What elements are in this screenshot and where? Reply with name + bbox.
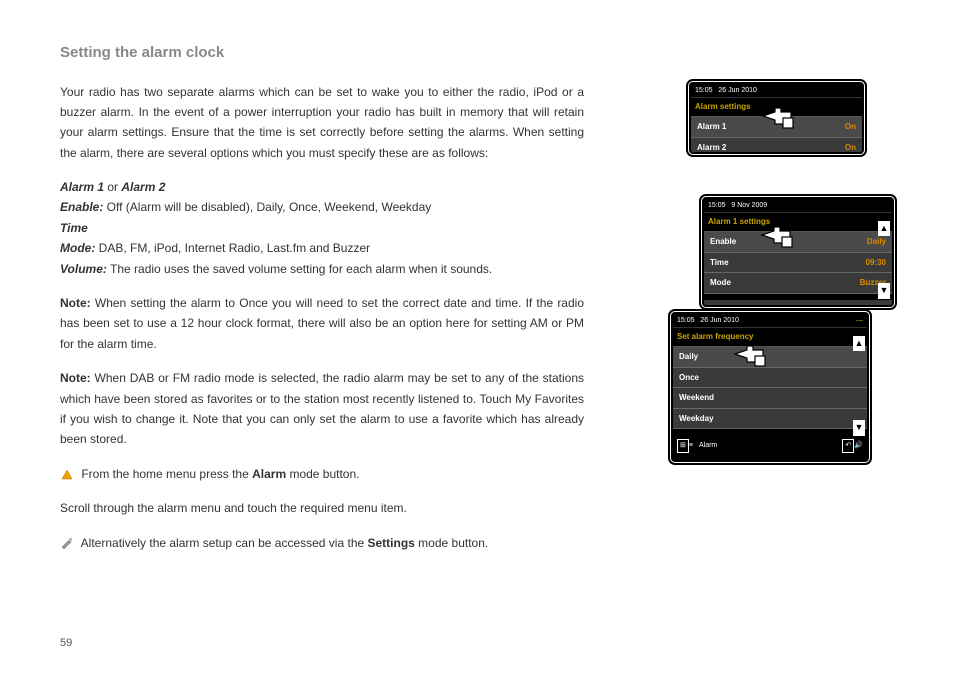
s1-r1-l: Alarm 2 (697, 141, 726, 154)
s3-title: Set alarm frequency (673, 328, 867, 347)
illustration-column: 15:05 26 Jun 2010 Alarm settings Alarm 1… (604, 82, 904, 482)
body-text-column: Your radio has two separate alarms which… (60, 82, 584, 567)
mode-text: DAB, FM, iPod, Internet Radio, Last.fm a… (95, 241, 370, 255)
s3-r0-l: Daily (679, 350, 698, 364)
step1-post: mode button. (286, 467, 359, 481)
s1-time: 15:05 (695, 87, 713, 94)
alarm2-label: Alarm 2 (121, 180, 165, 194)
step2-pre: Alternatively the alarm setup can be acc… (81, 536, 368, 550)
s1-r0-l: Alarm 1 (697, 120, 726, 134)
s3-r2-l: Weekend (679, 391, 714, 405)
note1-paragraph: Note: When setting the alarm to Once you… (60, 293, 584, 354)
alarm1-label: Alarm 1 (60, 180, 104, 194)
step1-pre: From the home menu press the (81, 467, 252, 481)
note2-label: Note: (60, 371, 91, 385)
volume-label: Volume: (60, 262, 107, 276)
s2-date: 9 Nov 2009 (731, 202, 767, 209)
s2-r0-l: Enable (710, 235, 736, 249)
s2-title: Alarm 1 settings (704, 213, 892, 232)
options-block: Alarm 1 or Alarm 2 Enable: Off (Alarm wi… (60, 177, 584, 279)
enable-label: Enable: (60, 200, 103, 214)
s2-r3-l: Volume (710, 303, 738, 307)
settings-icon (60, 536, 74, 550)
back-icon: ↶ (842, 439, 854, 453)
time-label: Time (60, 221, 88, 235)
step1-line: From the home menu press the Alarm mode … (60, 464, 584, 484)
scroll-line: Scroll through the alarm menu and touch … (60, 498, 584, 518)
s3-time: 15:05 (677, 317, 695, 324)
note1-text: When setting the alarm to Once you will … (60, 296, 584, 351)
page-number: 59 (60, 634, 72, 653)
intro-paragraph: Your radio has two separate alarms which… (60, 82, 584, 164)
screen-alarm1-settings: 15:05 9 Nov 2009 Alarm 1 settings Enable… (702, 197, 894, 307)
up-arrow-icon: ▲ (878, 221, 890, 236)
s2-r2-l: Mode (710, 276, 731, 290)
s1-date: 26 Jun 2010 (718, 87, 757, 94)
down-arrow-icon: ▼ (878, 283, 890, 298)
s3-footer: Alarm (693, 440, 842, 452)
s2-time: 15:05 (708, 202, 726, 209)
s1-title: Alarm settings (691, 98, 862, 117)
speaker-icon: 🔊 (854, 440, 863, 452)
s3-r3-l: Weekday (679, 412, 714, 426)
down-arrow-icon: ▼ (853, 420, 865, 435)
step2-line: Alternatively the alarm setup can be acc… (60, 533, 584, 553)
note1-label: Note: (60, 296, 91, 310)
s2-r3-r: 15 (877, 303, 886, 307)
step1-bold: Alarm (252, 467, 286, 481)
s1-r1-r: On (845, 141, 856, 154)
step2-post: mode button. (415, 536, 488, 550)
enable-text: Off (Alarm will be disabled), Daily, Onc… (103, 200, 431, 214)
s3-date: 26 Jun 2010 (700, 317, 739, 324)
s2-r1-l: Time (710, 256, 729, 270)
grid-icon: ⊞ (677, 439, 689, 453)
step2-bold: Settings (368, 536, 415, 550)
screen-set-alarm-frequency: 15:05 26 Jun 2010— Set alarm frequency D… (671, 312, 869, 462)
mode-label: Mode: (60, 241, 95, 255)
s3-r1-l: Once (679, 371, 699, 385)
up-arrow-icon: ▲ (853, 336, 865, 351)
volume-text: The radio uses the saved volume setting … (107, 262, 492, 276)
note2-text: When DAB or FM radio mode is selected, t… (60, 371, 584, 446)
page-heading: Setting the alarm clock (60, 40, 904, 66)
or-text: or (104, 180, 121, 194)
s1-r0-r: On (845, 120, 856, 134)
note2-paragraph: Note: When DAB or FM radio mode is selec… (60, 368, 584, 450)
screen-alarm-settings: 15:05 26 Jun 2010 Alarm settings Alarm 1… (689, 82, 864, 154)
alarm-icon (60, 468, 74, 482)
